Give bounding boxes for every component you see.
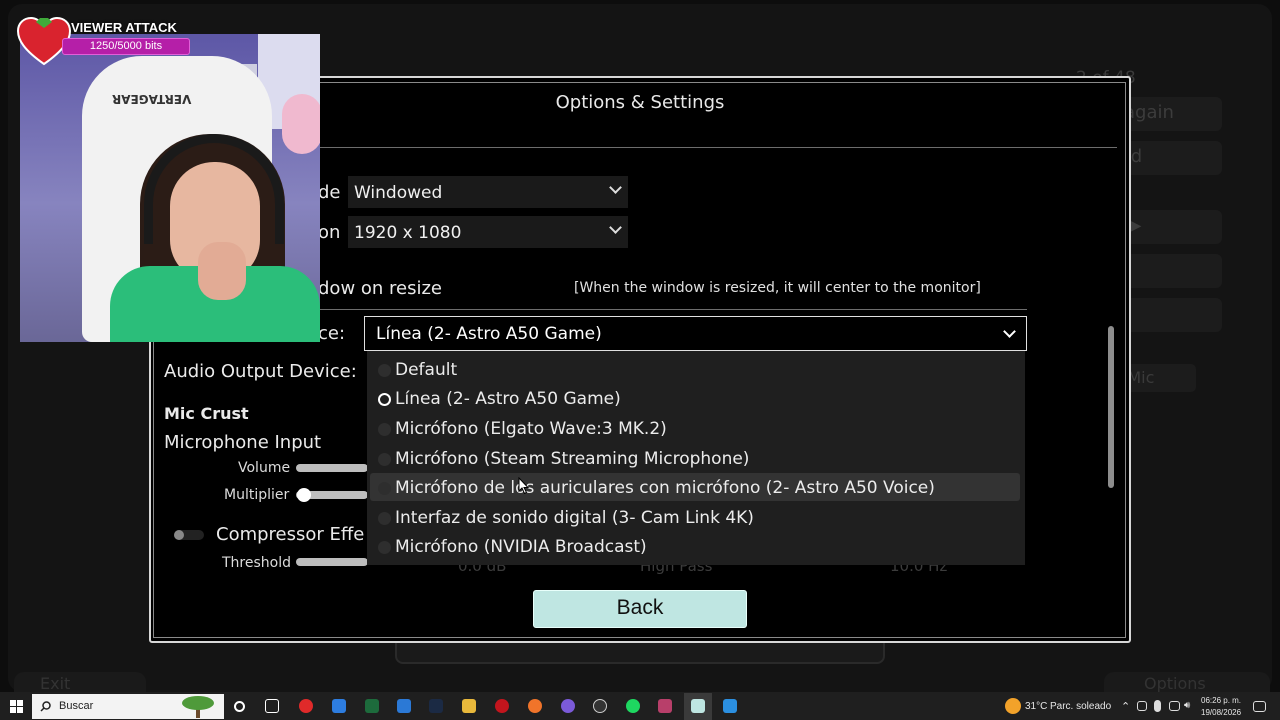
firefox-icon[interactable] (528, 699, 542, 713)
display-mode-label: de (318, 182, 341, 203)
clock-date[interactable]: 19/08/2026 (1201, 708, 1241, 717)
viewer-attack-title: VIEWER ATTACK (71, 20, 177, 35)
game-app-icon[interactable] (691, 699, 705, 713)
dropdown-option[interactable]: Micrófono (NVIDIA Broadcast) (370, 532, 1020, 560)
resolution-label: on (318, 222, 341, 243)
center-window-hint: [When the window is resized, it will cen… (574, 280, 981, 296)
bits-progress-bar: 1250/5000 bits (62, 38, 190, 55)
radio-icon (378, 423, 391, 436)
audio-input-select[interactable]: Línea (2- Astro A50 Game) (364, 316, 1027, 351)
weather-description: Parc. soleado (1050, 701, 1112, 712)
obs-recording-icon[interactable] (495, 699, 509, 713)
obs-studio-icon[interactable] (593, 699, 607, 713)
compressor-toggle-knob (174, 530, 184, 540)
store-icon[interactable] (332, 699, 346, 713)
xbox-app-icon[interactable] (365, 699, 379, 713)
radio-icon (378, 364, 391, 377)
options-scrollbar[interactable] (1108, 326, 1114, 488)
dropdown-option[interactable]: Default (370, 355, 1020, 383)
network-icon[interactable] (1169, 701, 1180, 711)
radio-icon (378, 482, 391, 495)
microphone-icon[interactable] (1154, 700, 1161, 712)
dropdown-option[interactable]: Micrófono (Steam Streaming Microphone) (370, 444, 1020, 472)
discord-icon[interactable] (561, 699, 575, 713)
volume-label: Volume (238, 460, 291, 476)
mouse-cursor-icon (518, 477, 530, 495)
audio-input-value: Línea (2- Astro A50 Game) (376, 324, 602, 344)
chevron-down-icon (609, 181, 622, 194)
chair-brand-text: VERTAGEAR (112, 92, 192, 106)
snipping-tool-icon[interactable] (723, 699, 737, 713)
audio-input-label: ce: (318, 323, 346, 344)
audio-input-dropdown: Default Línea (2- Astro A50 Game) Micróf… (367, 351, 1025, 565)
show-hidden-icons-chevron-icon[interactable]: ⌃ (1121, 700, 1130, 713)
file-explorer-icon[interactable] (462, 699, 476, 713)
exit-tab: Exit (14, 672, 146, 693)
chevron-down-icon (1003, 325, 1016, 338)
multiplier-slider-knob[interactable] (297, 488, 311, 502)
center-window-label: dow on resize (318, 278, 443, 299)
radio-icon (378, 541, 391, 554)
audio-output-label: Audio Output Device: (164, 361, 357, 382)
options-tab: Options (1104, 672, 1270, 693)
dropdown-option[interactable]: Micrófono (Elgato Wave:3 MK.2) (370, 414, 1020, 442)
dropdown-option-selected[interactable]: Línea (2- Astro A50 Game) (370, 384, 1020, 412)
resolution-value: 1920 x 1080 (354, 223, 462, 243)
mic-crust-heading: Mic Crust (164, 404, 249, 423)
streamer-hand (198, 242, 246, 300)
threshold-label: Threshold (222, 555, 291, 571)
windows-start-icon[interactable] (10, 700, 23, 713)
task-view-icon[interactable] (265, 699, 279, 713)
radio-checked-icon (378, 393, 391, 406)
threshold-slider[interactable] (296, 558, 368, 566)
dropdown-option-hovered[interactable]: Micrófono de los auriculares con micrófo… (370, 473, 1020, 501)
search-icon (40, 701, 51, 712)
radio-icon (378, 512, 391, 525)
display-mode-select[interactable]: Windowed (348, 176, 628, 208)
chevron-down-icon (609, 221, 622, 234)
cortana-icon[interactable] (234, 701, 245, 712)
compressor-label: Compressor Effe (216, 524, 365, 545)
display-mode-value: Windowed (354, 183, 443, 203)
volume-icon[interactable]: 🔊︎ (1184, 700, 1190, 711)
notifications-icon[interactable] (1253, 701, 1266, 712)
outlook-icon[interactable] (397, 699, 411, 713)
clock-time[interactable]: 06:26 p. m. (1201, 696, 1241, 705)
search-highlight-tree-icon (182, 696, 214, 718)
webcam-overlay: VERTAGEAR (20, 34, 320, 342)
weather-temperature: 31°C (1025, 701, 1048, 712)
spotify-icon[interactable] (626, 699, 640, 713)
microphone-input-heading: Microphone Input (164, 432, 322, 453)
resolution-select[interactable]: 1920 x 1080 (348, 216, 628, 248)
dropdown-option[interactable]: Interfaz de sonido digital (3- Cam Link … (370, 503, 1020, 531)
volume-slider[interactable] (296, 464, 368, 472)
tray-app-icon[interactable] (1137, 701, 1147, 711)
radio-icon (378, 453, 391, 466)
back-button[interactable]: Back (533, 590, 747, 628)
weather-sun-icon[interactable] (1005, 698, 1021, 714)
webcam-plush (282, 94, 320, 154)
steam-icon[interactable] (429, 699, 443, 713)
red-app-icon[interactable] (299, 699, 313, 713)
winrar-icon[interactable] (658, 699, 672, 713)
multiplier-label: Multiplier (224, 487, 290, 503)
